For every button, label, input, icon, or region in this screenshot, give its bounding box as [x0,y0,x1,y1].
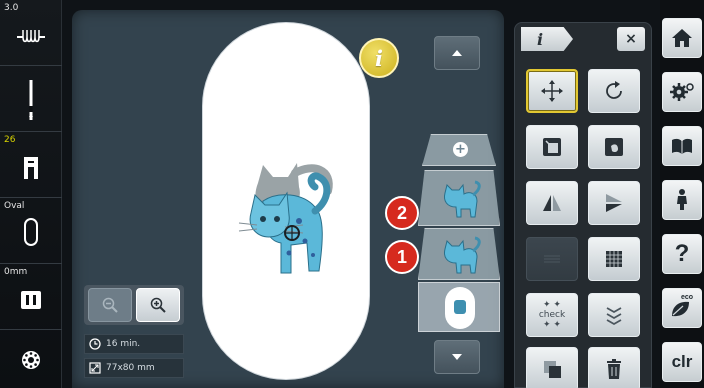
eco-button[interactable]: eco [662,288,702,328]
cat-embroidery-design[interactable] [233,143,343,303]
clear-icon: clr [671,352,693,371]
bobbin-icon [0,340,62,380]
zoom-out-button[interactable] [88,288,132,322]
rotate-button[interactable] [588,69,640,113]
home-button[interactable] [662,18,702,58]
hoop-name: Oval [4,201,25,211]
zoom-in-icon [150,297,166,313]
stitch-length-cell[interactable]: 3.0 [0,0,62,66]
mirror-left-right-button[interactable] [526,181,578,225]
clock-icon [89,338,101,350]
stitch-plate-icon [0,280,62,320]
tutorial-button[interactable] [662,180,702,220]
embroidery-workspace: i + 2 1 16 min. 77x80 mm [72,10,504,388]
zoom-out-icon [102,297,118,313]
fill-pattern-icon [606,251,622,267]
layer-2-badge: 2 [385,196,419,230]
resize-icon [543,138,561,156]
edit-disabled-button [526,237,578,281]
eco-icon: eco [669,294,695,320]
stitch-plate-cell[interactable]: 0mm [0,264,62,330]
needle-icon [0,74,62,130]
offset-value: 0mm [4,267,28,277]
thread-number: 26 [4,135,16,145]
mirror-horizontal-icon [543,195,561,211]
rotate-icon [606,81,622,99]
color-layers-button[interactable] [588,293,640,337]
layer-1[interactable] [418,228,500,280]
layer-1-thumbnail [444,236,481,274]
hoop-layout-icon [605,138,623,156]
design-preview-dot [454,300,466,314]
layer-1-badge: 1 [385,240,419,274]
duplicate-icon [544,361,561,378]
duplicate-button[interactable] [526,347,578,388]
presser-foot-cell[interactable]: 26 [0,132,62,198]
zoom-in-button[interactable] [136,288,180,322]
arrow-up-icon [452,50,462,56]
oval-hoop-area[interactable] [202,22,370,380]
delete-button[interactable] [588,347,640,388]
oval-hoop-icon [0,212,62,252]
scroll-down-button[interactable] [434,340,480,374]
mirror-vertical-icon [606,194,622,212]
presser-foot-icon [0,148,62,188]
zoom-controls [84,285,184,325]
info-button[interactable]: i [359,38,399,78]
help-icon: ? [674,240,690,267]
move-icon [541,80,563,102]
settings-button[interactable] [662,72,702,112]
fill-pattern-button[interactable] [588,237,640,281]
panel-info-tab[interactable]: i [521,27,573,51]
clear-button[interactable]: clr [662,342,702,382]
add-layer-slot[interactable]: + [422,134,496,166]
bobbin-cell[interactable] [0,330,62,388]
settings-icon [670,83,694,101]
delete-icon [607,359,621,379]
embroidery-time-value: 16 min. [106,339,141,349]
embroidery-size-value: 77x80 mm [106,363,155,373]
stitch-length-value: 3.0 [4,3,19,13]
embroidery-size: 77x80 mm [84,358,184,378]
embroidery-time: 16 min. [84,334,184,354]
size-icon [89,362,101,374]
hoop-layout-button[interactable] [588,125,640,169]
edit-tool-panel: i × ✦ ✦ check ✦ ✦ [514,22,652,388]
stitch-length-icon [0,16,62,56]
scroll-up-button[interactable] [434,36,480,70]
add-layer-icon: + [453,142,468,157]
move-button[interactable] [526,69,578,113]
hoop-cell[interactable]: Oval [0,198,62,264]
color-layers-icon [606,307,622,326]
check-position-button[interactable]: ✦ ✦ check ✦ ✦ [526,293,578,337]
help-button[interactable]: ? [662,234,702,274]
edit-disabled-icon [544,255,560,263]
navigation-column: ? eco clr [660,0,704,388]
hoop-preview-thumbnail [445,287,475,329]
close-icon: × [625,31,637,47]
tutorial-icon [677,189,687,210]
status-column: 3.0 26 Oval 0mm [0,0,62,388]
resize-button[interactable] [526,125,578,169]
guide-icon [672,138,692,154]
guide-button[interactable] [662,126,702,166]
arrow-down-icon [452,354,462,360]
check-position-icon: ✦ ✦ check ✦ ✦ [538,300,566,330]
hoop-preview-layer[interactable] [418,282,500,332]
home-icon [672,29,692,47]
mirror-up-down-button[interactable] [588,181,640,225]
needle-cell[interactable] [0,66,62,132]
close-button[interactable]: × [617,27,645,51]
layer-2[interactable] [418,170,500,226]
info-label: i [375,45,383,71]
eco-label: eco [681,294,694,301]
layer-2-thumbnail [444,180,481,218]
